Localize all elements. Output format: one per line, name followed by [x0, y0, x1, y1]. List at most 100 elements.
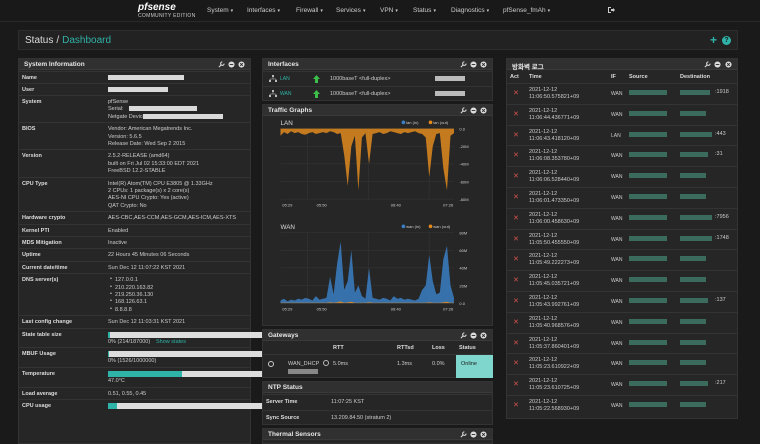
redacted-destination[interactable]	[680, 402, 706, 407]
close-icon[interactable]	[480, 61, 487, 68]
close-icon[interactable]	[480, 332, 487, 339]
menu-system[interactable]: System ▾	[207, 7, 233, 14]
close-icon[interactable]	[480, 431, 487, 438]
close-icon[interactable]	[725, 61, 732, 68]
redacted-destination[interactable]	[680, 110, 706, 116]
menu-interfaces[interactable]: Interfaces ▾	[247, 7, 280, 14]
minimize-icon[interactable]	[228, 61, 235, 68]
redacted-source[interactable]	[629, 90, 667, 95]
menu-status[interactable]: Status ▾	[413, 7, 436, 14]
firewall-log-row[interactable]: ✕ 2021-12-12 11:06:50.575821+09 WAN:1918	[507, 83, 737, 102]
firewall-log-row[interactable]: ✕ 2021-12-12 11:05:23.610725+09 WAN:217	[507, 374, 737, 393]
minimize-icon[interactable]	[714, 61, 721, 68]
redacted-source[interactable]	[629, 277, 667, 283]
breadcrumb-status[interactable]: Status	[25, 35, 53, 46]
redacted-destination[interactable]	[680, 256, 706, 262]
redacted-source[interactable]	[629, 360, 667, 366]
firewall-log-row[interactable]: ✕ 2021-12-12 11:06:44.436771+09 WAN	[507, 103, 737, 123]
wrench-icon[interactable]	[704, 61, 711, 68]
logout-icon[interactable]	[607, 6, 615, 14]
minimize-icon[interactable]	[470, 332, 477, 339]
block-icon[interactable]: ✕	[513, 193, 519, 201]
redacted-source[interactable]	[629, 256, 667, 262]
system-info-value: FreeBSD 12.2-STABLE	[108, 168, 166, 175]
redacted-source[interactable]	[629, 381, 667, 387]
block-icon[interactable]: ✕	[513, 89, 519, 97]
firewall-log-row[interactable]: ✕ 2021-12-12 11:06:06.528440+09 WAN	[507, 166, 737, 185]
breadcrumb-dashboard[interactable]: Dashboard	[62, 35, 111, 46]
firewall-log-row[interactable]: ✕ 2021-12-12 11:05:50.455550+09 WAN:1748	[507, 228, 737, 248]
redacted-destination[interactable]	[680, 235, 712, 241]
interface-name[interactable]: WAN	[280, 91, 291, 97]
menu-firewall[interactable]: Firewall ▾	[296, 7, 323, 14]
block-icon[interactable]: ✕	[513, 131, 519, 139]
firewall-log-row[interactable]: ✕ 2021-12-12 11:05:40.968576+09 WAN	[507, 311, 737, 331]
firewall-log-row[interactable]: ✕ 2021-12-12 11:05:43.992761+09 WAN:137	[507, 291, 737, 310]
menu-user[interactable]: pfSense_fmAh ▾	[503, 7, 550, 14]
firewall-log-row[interactable]: ✕ 2021-12-12 11:05:49.222273+09 WAN	[507, 249, 737, 268]
close-icon[interactable]	[238, 61, 245, 68]
redacted-source[interactable]	[629, 214, 667, 220]
block-icon[interactable]: ✕	[513, 172, 519, 180]
block-icon[interactable]: ✕	[513, 297, 519, 305]
redacted-source[interactable]	[629, 110, 667, 116]
redacted-source[interactable]	[629, 298, 667, 303]
block-icon[interactable]: ✕	[513, 339, 519, 347]
add-widget-button[interactable]: +	[710, 33, 717, 47]
interface-name[interactable]: LAN	[280, 76, 290, 82]
redacted-destination[interactable]	[680, 298, 708, 303]
redacted-destination[interactable]	[680, 214, 712, 220]
pfsense-logo[interactable]: pfsense COMMUNITY EDITION	[138, 2, 196, 20]
wrench-icon[interactable]	[460, 431, 467, 438]
block-icon[interactable]: ✕	[513, 110, 519, 118]
firewall-log-row[interactable]: ✕ 2021-12-12 11:06:01.473350+09 WAN	[507, 187, 737, 206]
redacted-source[interactable]	[629, 318, 667, 324]
redacted-destination[interactable]	[680, 152, 708, 158]
redacted-source[interactable]	[629, 152, 667, 158]
redacted-destination[interactable]	[680, 339, 706, 345]
redacted-source[interactable]	[629, 339, 667, 345]
block-icon[interactable]: ✕	[513, 235, 519, 243]
firewall-log-row[interactable]: ✕ 2021-12-12 11:05:37.860401+09 WAN	[507, 332, 737, 352]
firewall-log-row[interactable]: ✕ 2021-12-12 11:06:00.458630+09 WAN:7956	[507, 207, 737, 227]
redacted-destination[interactable]	[680, 318, 706, 324]
block-icon[interactable]: ✕	[513, 318, 519, 326]
block-icon[interactable]: ✕	[513, 255, 519, 263]
firewall-log-row[interactable]: ✕ 2021-12-12 11:05:22.568930+09 WAN	[507, 395, 737, 414]
close-icon[interactable]	[480, 107, 487, 114]
redacted-destination[interactable]	[680, 360, 706, 366]
redacted-source[interactable]	[629, 194, 667, 199]
menu-services[interactable]: Services ▾	[336, 7, 365, 14]
menu-vpn[interactable]: VPN ▾	[380, 7, 398, 14]
minimize-icon[interactable]	[470, 61, 477, 68]
redacted-destination[interactable]	[680, 173, 706, 179]
redacted-destination[interactable]	[680, 277, 706, 283]
help-button[interactable]: ?	[722, 36, 731, 45]
firewall-log-row[interactable]: ✕ 2021-12-12 11:06:08.353780+09 WAN:31	[507, 145, 737, 164]
firewall-log-row[interactable]: ✕ 2021-12-12 11:06:43.418120+09 LAN:443	[507, 124, 737, 144]
redacted-source[interactable]	[629, 173, 667, 179]
redacted-destination[interactable]	[680, 194, 706, 199]
redacted-source[interactable]	[629, 131, 667, 137]
block-icon[interactable]: ✕	[513, 359, 519, 367]
redacted-destination[interactable]	[680, 381, 708, 387]
show-states-link[interactable]: Show states	[156, 339, 186, 345]
minimize-icon[interactable]	[470, 431, 477, 438]
block-icon[interactable]: ✕	[513, 276, 519, 284]
wrench-icon[interactable]	[460, 332, 467, 339]
block-icon[interactable]: ✕	[513, 401, 519, 409]
block-icon[interactable]: ✕	[513, 151, 519, 159]
redacted-destination[interactable]	[680, 90, 710, 95]
wrench-icon[interactable]	[218, 61, 225, 68]
wrench-icon[interactable]	[460, 61, 467, 68]
block-icon[interactable]: ✕	[513, 214, 519, 222]
redacted-destination[interactable]	[680, 131, 712, 137]
menu-diagnostics[interactable]: Diagnostics ▾	[451, 7, 489, 14]
firewall-log-row[interactable]: ✕ 2021-12-12 11:05:45.035721+09 WAN	[507, 270, 737, 289]
redacted-source[interactable]	[629, 402, 667, 407]
wrench-icon[interactable]	[460, 107, 467, 114]
minimize-icon[interactable]	[470, 107, 477, 114]
redacted-source[interactable]	[629, 235, 667, 241]
firewall-log-row[interactable]: ✕ 2021-12-12 11:05:23.610922+09 WAN	[507, 353, 737, 372]
block-icon[interactable]: ✕	[513, 380, 519, 388]
